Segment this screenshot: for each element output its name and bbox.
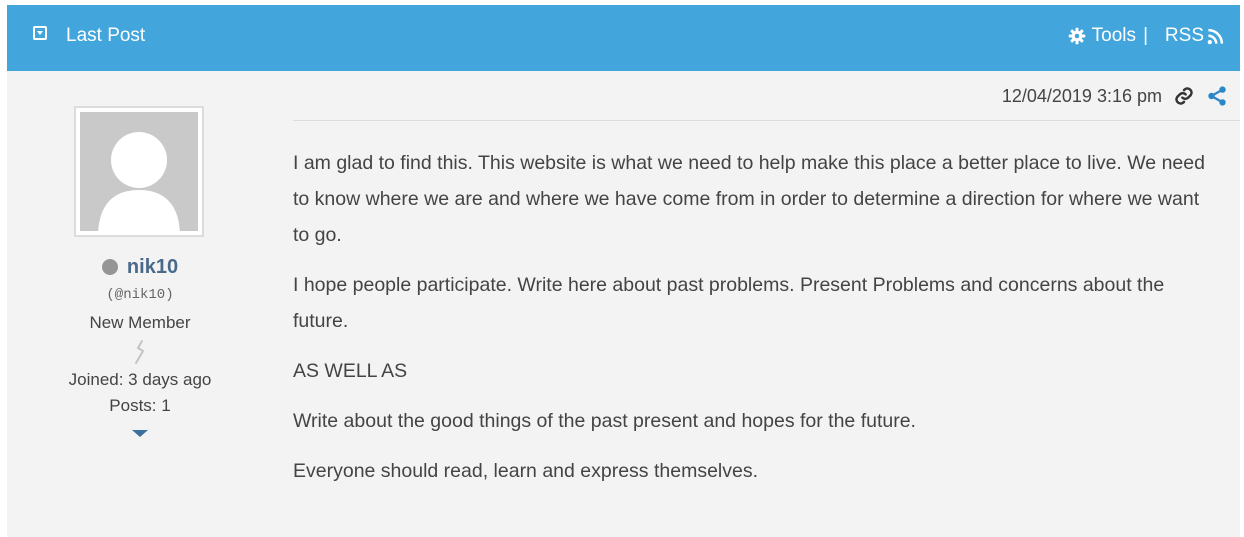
rss-icon [1207,28,1224,44]
rss-button[interactable]: RSS [1165,25,1224,47]
username[interactable]: nik10 [127,256,178,279]
tools-label: Tools [1091,25,1136,46]
header-separator: | [1143,25,1148,46]
post-paragraph: Write about the good things of the past … [293,410,916,432]
rss-label: RSS [1164,25,1204,46]
user-handle: (@nik10) [106,287,174,303]
user-rank: New Member [89,313,191,332]
tools-button[interactable]: Tools [1068,25,1136,47]
panel-title: Last Post [66,25,146,46]
post-timestamp: 12/04/2019 3:16 pm [1001,86,1162,106]
collapse-icon[interactable] [33,26,47,40]
post-divider [293,120,1240,121]
post-meta: 12/04/2019 3:16 pm [1002,85,1228,107]
link-icon[interactable] [1174,86,1194,106]
offline-status-icon [101,259,118,275]
forum-panel: Last Post Tools | RSS 12/04/2019 3:16 pm… [7,5,1240,537]
post-paragraph: Everyone should read, learn and express … [293,460,759,482]
caret-down-icon[interactable] [132,430,148,437]
avatar[interactable] [74,106,204,237]
default-avatar-icon [80,112,198,231]
share-icon[interactable] [1206,85,1228,107]
post-paragraph: I hope people participate. Write here ab… [293,274,1165,332]
panel-header: Last Post Tools | RSS [7,5,1240,71]
gear-icon [1068,27,1085,45]
post-paragraph: AS WELL AS [293,360,408,382]
joined-date: Joined: 3 days ago [68,370,212,389]
author-info: nik10 (@nik10) New Member Joined: 3 days… [7,255,273,437]
rank-icon [7,339,273,365]
post-content: I am glad to find this. This website is … [293,145,1213,503]
username-row: nik10 [7,255,273,279]
post-count: Posts: 1 [109,396,171,415]
post-paragraph: I am glad to find this. This website is … [293,152,1205,246]
